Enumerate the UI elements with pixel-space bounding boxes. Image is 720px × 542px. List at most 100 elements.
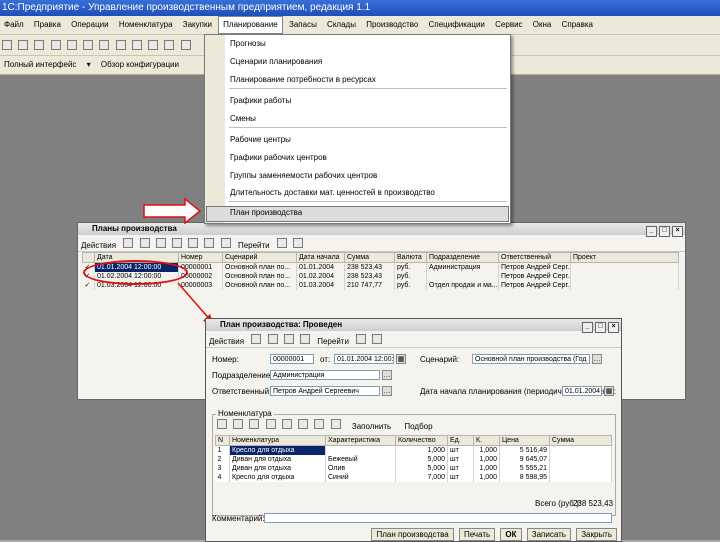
table-cell[interactable]	[549, 445, 612, 455]
table-cell[interactable]: 1,000	[395, 445, 448, 455]
scenario-field[interactable]: Основной план производства (Год 2004 - М…	[472, 354, 590, 364]
table-cell[interactable]: 5 555,21	[499, 464, 550, 473]
table-row[interactable]: 2 Диван для отдыха Бежевый 5,000 шт 1,00…	[215, 455, 612, 464]
add-icon[interactable]	[217, 419, 227, 429]
help-icon[interactable]	[356, 334, 367, 344]
menu-item-production-plan[interactable]: План производства	[230, 208, 302, 217]
table-row[interactable]: 4 Кресло для отдыха Синий 7,000 шт 1,000…	[215, 473, 612, 482]
save-button[interactable]: Записать	[526, 528, 571, 541]
fill-button[interactable]: Заполнить	[348, 421, 395, 432]
table-cell[interactable]: Олив	[325, 464, 396, 473]
print-plan-button[interactable]: План производства	[371, 528, 454, 541]
menu-item-work-center-groups[interactable]: Группы заменяемости рабочих центров	[230, 171, 377, 180]
table-cell[interactable]	[549, 455, 612, 464]
sort-desc-icon[interactable]	[330, 419, 341, 429]
menu-item-scenarios[interactable]: Сценарии планирования	[230, 57, 322, 66]
column-header[interactable]: Сумма	[549, 435, 612, 446]
table-cell[interactable]	[549, 464, 612, 473]
table-cell[interactable]: шт	[447, 445, 474, 455]
unpost-icon[interactable]	[283, 334, 294, 344]
table-cell[interactable]: 1,000	[473, 455, 500, 464]
table-cell[interactable]: 9 645,07	[499, 455, 550, 464]
table-cell[interactable]: 5 516,49	[499, 445, 550, 455]
menu-item-shifts[interactable]: Смены	[230, 114, 256, 123]
number-field[interactable]: 00000001	[270, 354, 314, 364]
nomenclature-toolbar: Заполнить Подбор	[215, 419, 437, 432]
pointer-arrow-line	[177, 282, 213, 323]
table-cell[interactable]: Кресло для отдыха	[229, 445, 326, 455]
form-window-title-bar: План производства: Проведен _ □ ×	[206, 319, 621, 333]
column-header[interactable]: Ед.	[447, 435, 474, 446]
select-button[interactable]: …	[382, 370, 392, 380]
print-button[interactable]: Печать	[458, 528, 496, 541]
table-cell[interactable]: 4	[215, 473, 230, 482]
calendar-icon[interactable]: ▦	[604, 386, 614, 396]
table-row[interactable]: 3 Диван для отдыха Олив 5,000 шт 1,000 5…	[215, 464, 612, 473]
table-row[interactable]: 1 Кресло для отдыха 1,000 шт 1,000 5 516…	[215, 445, 612, 455]
goto-menu-button[interactable]: Перейти	[314, 334, 352, 350]
table-cell[interactable]: 1,000	[473, 473, 500, 482]
production-plan-form-window: План производства: Проведен _ □ × Действия…	[205, 318, 622, 542]
calendar-icon[interactable]: ▦	[396, 354, 406, 364]
nomenclature-table: N Номенклатура Характеристика Количество…	[215, 435, 612, 482]
menu-item-forecasts[interactable]: Прогнозы	[230, 39, 266, 48]
column-header[interactable]: К.	[473, 435, 500, 446]
right-arrow-icon	[143, 197, 202, 225]
select-button[interactable]: …	[382, 386, 392, 396]
table-cell[interactable]	[549, 473, 612, 482]
edit-icon[interactable]	[249, 419, 260, 429]
copy-row-icon[interactable]	[233, 419, 244, 429]
menu-separator	[229, 88, 507, 89]
delete-icon[interactable]	[265, 419, 276, 429]
form-bottom-buttons: План производства Печать ОК Записать Зак…	[368, 528, 617, 541]
menu-item-work-centers[interactable]: Рабочие центры	[230, 135, 291, 144]
menu-item-work-schedules[interactable]: Графики работы	[230, 96, 291, 105]
save-icon[interactable]	[251, 334, 262, 344]
date-field[interactable]: 01.01.2004 12:00:00	[334, 354, 394, 364]
table-cell[interactable]: 7,000	[395, 473, 448, 482]
menu-separator	[229, 201, 507, 202]
column-header[interactable]: Номенклатура	[229, 435, 326, 446]
table-cell[interactable]: Кресло для отдыха	[229, 473, 326, 482]
move-down-icon[interactable]	[298, 419, 309, 429]
table-cell[interactable]: Бежевый	[325, 455, 396, 464]
select-button[interactable]: …	[592, 354, 602, 364]
table-cell[interactable]	[325, 445, 396, 455]
responsible-field[interactable]: Петров Андрей Сергеевич	[270, 386, 380, 396]
ok-button[interactable]: ОК	[500, 528, 522, 541]
table-cell[interactable]: шт	[447, 464, 474, 473]
table-cell[interactable]: 3	[215, 464, 230, 473]
department-field[interactable]: Администрация	[270, 370, 380, 380]
table-cell[interactable]: 5,000	[395, 455, 448, 464]
close-button[interactable]: Закрыть	[576, 528, 617, 541]
table-cell[interactable]: шт	[447, 473, 474, 482]
menu-item-resource-planning[interactable]: Планирование потребности в ресурсах	[230, 75, 376, 84]
menu-item-work-center-schedules[interactable]: Графики рабочих центров	[230, 153, 327, 162]
table-cell[interactable]: 1,000	[473, 445, 500, 455]
column-header[interactable]: Характеристика	[325, 435, 396, 446]
table-cell[interactable]: шт	[447, 455, 474, 464]
move-up-icon[interactable]	[281, 419, 292, 429]
movements-icon[interactable]	[372, 334, 383, 344]
comment-field[interactable]	[264, 513, 612, 523]
table-cell[interactable]: 2	[215, 455, 230, 464]
menu-item-delivery-duration[interactable]: Длительность доставки мат. ценностей в п…	[230, 188, 435, 197]
table-cell[interactable]: 1,000	[473, 464, 500, 473]
table-cell[interactable]: Диван для отдыха	[229, 464, 326, 473]
structure-icon[interactable]	[300, 334, 310, 344]
table-cell[interactable]: 5,000	[395, 464, 448, 473]
sort-asc-icon[interactable]	[314, 419, 325, 429]
table-cell[interactable]: 8 598,95	[499, 473, 550, 482]
post-icon[interactable]	[267, 334, 278, 344]
table-cell[interactable]: Синий	[325, 473, 396, 482]
actions-menu-button[interactable]: Действия	[206, 334, 247, 350]
planning-dropdown-menu: Прогнозы Сценарии планирования Планирова…	[204, 34, 511, 224]
table-cell[interactable]: 1	[215, 445, 230, 455]
column-header[interactable]: N	[215, 435, 230, 446]
table-cell[interactable]: Диван для отдыха	[229, 455, 326, 464]
column-header[interactable]: Количество	[395, 435, 448, 446]
select-items-button[interactable]: Подбор	[400, 421, 436, 432]
scenario-label: Сценарий:	[420, 355, 460, 364]
column-header[interactable]: Цена	[499, 435, 550, 446]
planning-date-field[interactable]: 01.01.2004	[562, 386, 602, 396]
